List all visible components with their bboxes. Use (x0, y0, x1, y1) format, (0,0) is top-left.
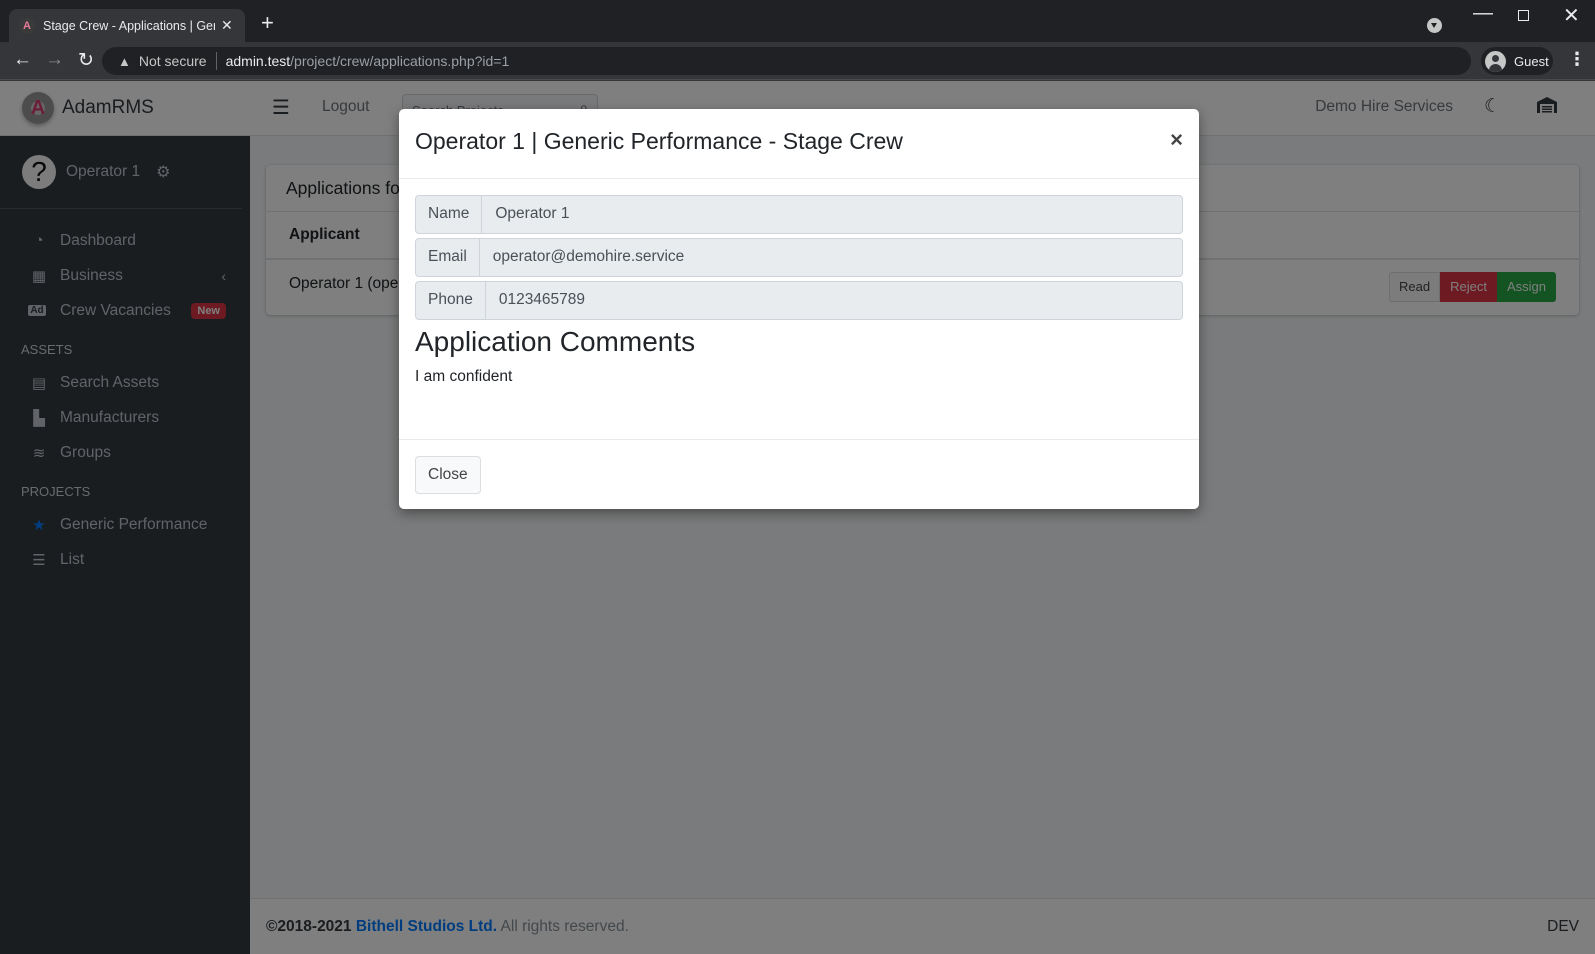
browser-toolbar: ← → ↻ ▲ Not secure admin.test/project/cr… (0, 42, 1595, 80)
app-viewport: A AdamRMS ? Operator 1 ⚙ ◔ Dashboard ▦ B… (0, 81, 1595, 954)
phone-field: Phone 0123465789 (415, 281, 1183, 320)
modal-title: Operator 1 | Generic Performance - Stage… (415, 128, 903, 154)
back-arrow-icon[interactable]: ← (13, 49, 32, 71)
address-bar[interactable]: ▲ Not secure admin.test/project/crew/app… (102, 47, 1471, 75)
browser-tabstrip: A Stage Crew - Applications | Generic Pe… (0, 0, 1595, 42)
adamrms-favicon-icon: A (19, 17, 35, 34)
guest-avatar-icon (1485, 50, 1506, 72)
address-separator (215, 52, 217, 70)
close-icon[interactable]: × (1170, 127, 1183, 153)
profile-button[interactable]: Guest (1481, 47, 1553, 75)
url-host: admin.test (225, 53, 291, 69)
tab-close-icon[interactable]: ✕ (221, 17, 233, 34)
reload-icon[interactable]: ↻ (78, 49, 94, 72)
new-tab-button[interactable]: + (261, 12, 274, 34)
email-label: Email (416, 239, 480, 276)
name-value: Operator 1 (495, 205, 570, 222)
warning-triangle-icon[interactable]: ▲ (118, 54, 131, 69)
comments-text: I am confident (415, 368, 513, 385)
forward-arrow-icon[interactable]: → (45, 49, 64, 71)
window-close-icon[interactable]: ✕ (1563, 3, 1580, 28)
profile-label: Guest (1514, 53, 1549, 69)
comments-heading: Application Comments (415, 326, 696, 357)
phone-value: 0123465789 (498, 291, 586, 308)
security-label[interactable]: Not secure (139, 53, 207, 69)
maximize-icon[interactable] (1518, 10, 1529, 21)
close-button[interactable]: Close (415, 456, 481, 494)
modal-body: Name Operator 1 Email operator@demohire.… (399, 179, 1199, 439)
modal-footer: Close (399, 439, 1199, 509)
browser-menu-icon[interactable]: ⋮ (1568, 50, 1586, 68)
minimize-icon[interactable]: — (1473, 2, 1493, 25)
email-value: operator@demohire.service (492, 248, 685, 265)
tab-search-icon[interactable] (1427, 18, 1442, 33)
phone-label: Phone (416, 282, 486, 319)
url-path: /project/crew/applications.php?id=1 (290, 53, 510, 69)
application-modal: Operator 1 | Generic Performance - Stage… (399, 109, 1199, 509)
email-field: Email operator@demohire.service (415, 238, 1183, 277)
name-label: Name (416, 196, 483, 233)
modal-header: Operator 1 | Generic Performance - Stage… (399, 109, 1199, 179)
browser-tab[interactable]: A Stage Crew - Applications | Generic Pe… (9, 9, 245, 42)
name-field: Name Operator 1 (415, 195, 1183, 234)
tab-title: Stage Crew - Applications | Generic Perf… (43, 18, 215, 33)
